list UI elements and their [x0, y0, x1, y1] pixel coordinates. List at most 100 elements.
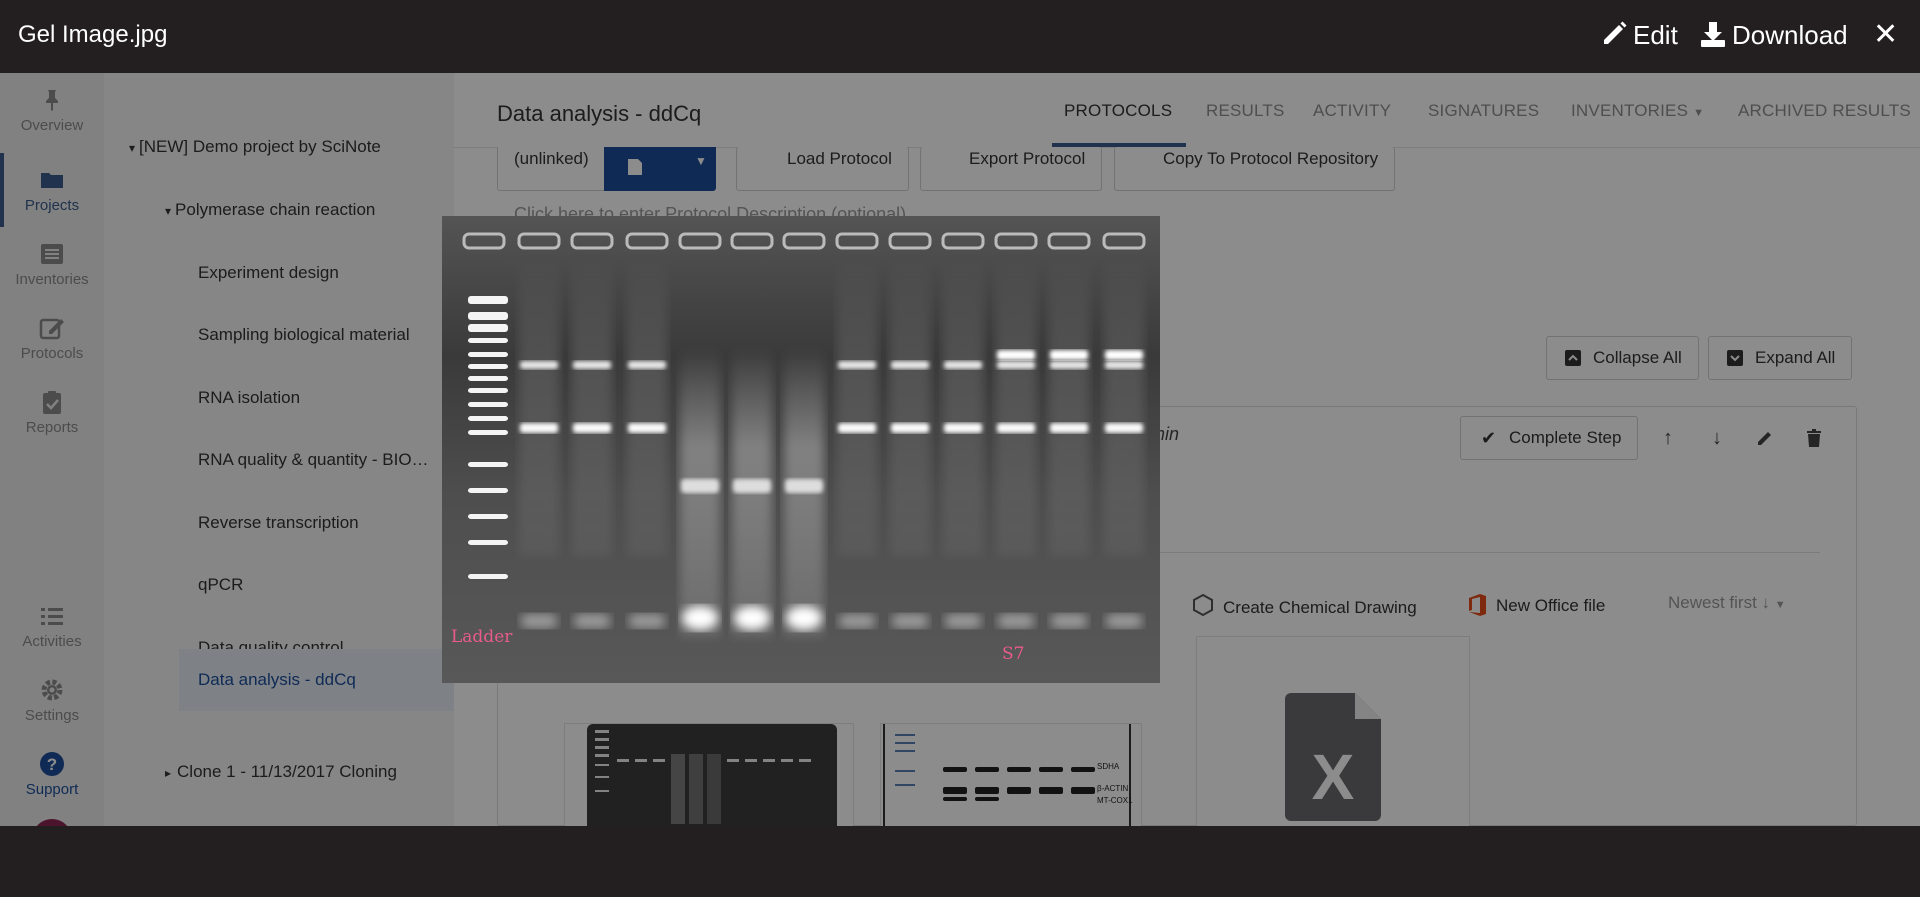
- tree-experiment[interactable]: Clone 1 - 11/13/2017 Cloning: [165, 741, 450, 803]
- rail-label: Activities: [22, 633, 82, 650]
- rail-label: Settings: [24, 707, 80, 724]
- rail-item-protocols[interactable]: Protocols: [0, 301, 104, 375]
- expand-all-button[interactable]: Expand All: [1708, 336, 1853, 380]
- gel-band: [785, 479, 823, 493]
- rail-label: Projects: [24, 197, 80, 214]
- gel-band: [573, 423, 611, 433]
- ladder-band: [468, 488, 508, 493]
- image-viewer-footer: [0, 826, 1920, 897]
- rail-item-overview[interactable]: Overview: [0, 73, 104, 147]
- rail-label: Inventories: [15, 271, 89, 288]
- tree-experiment[interactable]: Clone 1 - Polymerase chain reac…: [165, 804, 450, 826]
- gel-band: [521, 614, 557, 628]
- activities-icon: [41, 608, 63, 625]
- move-step-up-icon[interactable]: ↑: [1653, 423, 1683, 453]
- tree-task[interactable]: Experiment design: [198, 242, 450, 304]
- tab-results[interactable]: RESULTS: [1206, 101, 1285, 121]
- load-protocol-button[interactable]: Load Protocol: [736, 147, 909, 191]
- lane-smear: [519, 256, 559, 556]
- svg-text:X: X: [1312, 741, 1355, 813]
- ladder-band: [468, 402, 508, 407]
- tab-inventories[interactable]: INVENTORIES ▼: [1571, 101, 1704, 121]
- edit-step-icon[interactable]: [1750, 423, 1780, 453]
- gel-band: [574, 614, 610, 628]
- sample-label-s7: S7: [1002, 644, 1025, 664]
- protocol-edit-button[interactable]: [604, 147, 686, 191]
- download-button[interactable]: Download: [1700, 20, 1848, 51]
- export-protocol-label: Export Protocol: [969, 149, 1086, 168]
- new-office-file-button[interactable]: New Office file: [1466, 593, 1605, 617]
- blot-label-sdha: SDHA: [1097, 762, 1120, 771]
- pin-icon: [46, 90, 58, 111]
- gel-band: [520, 361, 558, 369]
- pencil-icon: [1604, 21, 1627, 44]
- expand-icon: [1727, 350, 1743, 366]
- gel-band: [838, 423, 876, 433]
- page-title: Data analysis - ddCq: [497, 101, 702, 126]
- gel-band: [891, 423, 929, 433]
- new-office-file-label: New Office file: [1496, 596, 1606, 615]
- copy-to-repository-button[interactable]: Copy To Protocol Repository: [1114, 147, 1396, 191]
- trash-icon: [1807, 429, 1821, 447]
- tab-activity[interactable]: ACTIVITY: [1313, 101, 1391, 121]
- rail-item-reports[interactable]: Reports: [0, 375, 104, 449]
- close-icon[interactable]: ✕: [1873, 20, 1898, 50]
- ladder-band: [468, 416, 508, 421]
- blot-label-beta-actin: β-ACTIN: [1097, 784, 1129, 793]
- move-step-down-icon[interactable]: ↓: [1702, 423, 1732, 453]
- tree-project[interactable]: [NEW] Demo project by SciNote: [129, 116, 449, 178]
- edit-icon: [39, 318, 64, 340]
- ladder-band: [468, 376, 508, 381]
- collapse-all-label: Collapse All: [1593, 348, 1682, 367]
- western-blot-image: [883, 724, 1135, 826]
- tree-task[interactable]: qPCR: [198, 554, 450, 616]
- tree-task-active[interactable]: Data analysis - ddCq: [179, 649, 454, 711]
- pencil-icon: [1758, 432, 1771, 445]
- delete-step-icon[interactable]: [1799, 423, 1829, 453]
- tab-signatures[interactable]: SIGNATURES: [1428, 101, 1539, 121]
- collapse-icon: [1565, 350, 1581, 366]
- caret-down-icon: ▼: [1774, 599, 1786, 611]
- tree-task[interactable]: RNA quality & quantity - BIO…: [198, 429, 450, 491]
- tree-task[interactable]: Reverse transcription: [198, 492, 450, 554]
- left-rail: Overview Projects Inventories Protocols …: [0, 73, 104, 826]
- tree-experiment[interactable]: Polymerase chain reaction: [165, 179, 450, 241]
- rail-label: Support: [25, 781, 79, 798]
- rail-item-settings[interactable]: Settings: [0, 663, 104, 737]
- tree-task[interactable]: RNA isolation: [198, 367, 450, 429]
- lane-smear: [943, 256, 983, 556]
- collapse-all-button[interactable]: Collapse All: [1546, 336, 1699, 380]
- tab-inventories-label: INVENTORIES: [1571, 101, 1689, 120]
- gel-band: [944, 361, 982, 369]
- edit-label: Edit: [1633, 20, 1678, 50]
- check-icon: ✔: [1481, 428, 1497, 448]
- edit-image-button[interactable]: Edit: [1601, 20, 1678, 51]
- ladder-band: [468, 338, 508, 343]
- rail-label: Overview: [20, 117, 84, 134]
- gel-image: Ladder S7: [442, 216, 1160, 683]
- tree-task[interactable]: Sampling biological material: [198, 304, 450, 366]
- ladder-band: [468, 324, 508, 332]
- complete-step-button[interactable]: ✔ Complete Step: [1460, 416, 1639, 460]
- rail-item-projects[interactable]: Projects: [0, 153, 104, 227]
- gel-band: [628, 423, 666, 433]
- gel-band: [997, 423, 1035, 433]
- western-blot-thumbnail[interactable]: SDHA β-ACTIN MT-COX1: [880, 723, 1142, 826]
- excel-file-thumbnail[interactable]: X: [1196, 636, 1470, 826]
- rail-item-activities[interactable]: Activities: [0, 589, 104, 663]
- avatar[interactable]: [32, 819, 72, 826]
- rail-item-support[interactable]: ? Support: [0, 737, 104, 811]
- gel-image-thumbnail[interactable]: [564, 723, 854, 826]
- office-icon: [1469, 594, 1486, 616]
- create-chemical-drawing-button[interactable]: Create Chemical Drawing: [1191, 593, 1417, 619]
- sort-dropdown[interactable]: Newest first ↓ ▼: [1668, 593, 1786, 613]
- gel-band: [786, 606, 822, 630]
- export-protocol-button[interactable]: Export Protocol: [920, 147, 1103, 191]
- tab-protocols[interactable]: PROTOCOLS: [1064, 101, 1172, 121]
- tab-archived-results[interactable]: ARCHIVED RESULTS: [1738, 101, 1911, 121]
- gel-band: [681, 479, 719, 493]
- gel-band: [998, 614, 1034, 628]
- rail-item-inventories[interactable]: Inventories: [0, 227, 104, 301]
- ladder-band: [468, 388, 508, 393]
- protocol-dropdown-toggle[interactable]: ▼: [686, 147, 716, 191]
